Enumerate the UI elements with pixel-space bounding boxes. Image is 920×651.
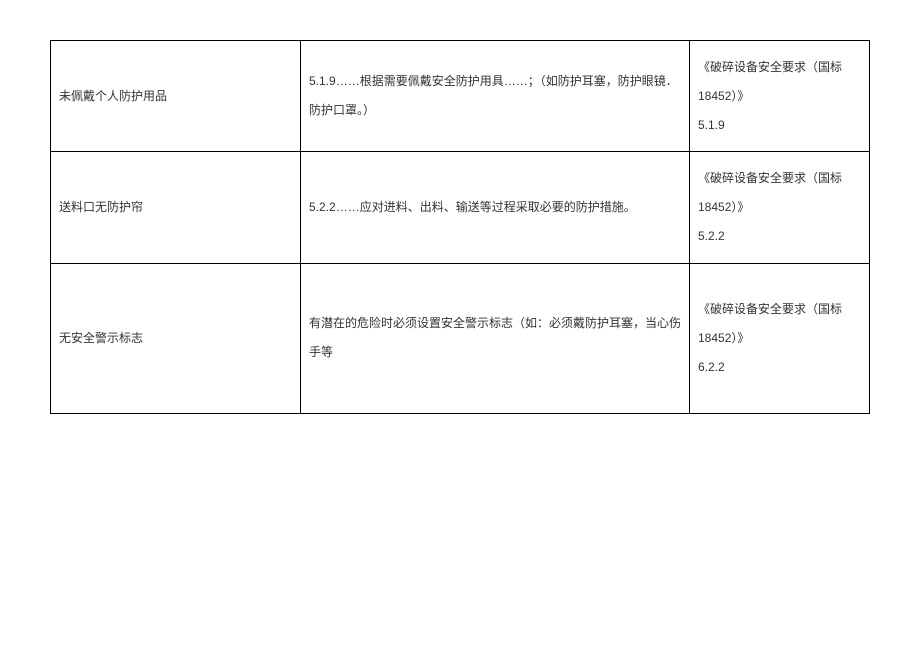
table-row: 未佩戴个人防护用品 5.1.9……根据需要佩戴安全防护用具……；（如防护耳塞，防… [51, 41, 870, 152]
reference-title: 《破碎设备安全要求（国标18452）》 [698, 60, 842, 103]
issue-cell: 无安全警示标志 [51, 263, 301, 413]
reference-cell: 《破碎设备安全要求（国标18452）》 5.2.2 [690, 152, 870, 263]
reference-cell: 《破碎设备安全要求（国标18452）》 6.2.2 [690, 263, 870, 413]
table-row: 无安全警示标志 有潜在的危险时必须设置安全警示标志（如：必须戴防护耳塞，当心伤手… [51, 263, 870, 413]
safety-requirements-table: 未佩戴个人防护用品 5.1.9……根据需要佩戴安全防护用具……；（如防护耳塞，防… [50, 40, 870, 414]
table-row: 送料口无防护帘 5.2.2……应对进料、出料、输送等过程采取必要的防护措施。 《… [51, 152, 870, 263]
issue-cell: 未佩戴个人防护用品 [51, 41, 301, 152]
requirement-cell: 有潜在的危险时必须设置安全警示标志（如：必须戴防护耳塞，当心伤手等 [301, 263, 690, 413]
reference-clause: 5.1.9 [698, 118, 725, 132]
requirement-cell: 5.2.2……应对进料、出料、输送等过程采取必要的防护措施。 [301, 152, 690, 263]
reference-clause: 6.2.2 [698, 360, 725, 374]
reference-cell: 《破碎设备安全要求（国标18452）》 5.1.9 [690, 41, 870, 152]
reference-title: 《破碎设备安全要求（国标18452）》 [698, 302, 842, 345]
reference-title: 《破碎设备安全要求（国标18452）》 [698, 171, 842, 214]
requirement-cell: 5.1.9……根据需要佩戴安全防护用具……；（如防护耳塞，防护眼镜．防护口罩。） [301, 41, 690, 152]
issue-cell: 送料口无防护帘 [51, 152, 301, 263]
reference-clause: 5.2.2 [698, 229, 725, 243]
